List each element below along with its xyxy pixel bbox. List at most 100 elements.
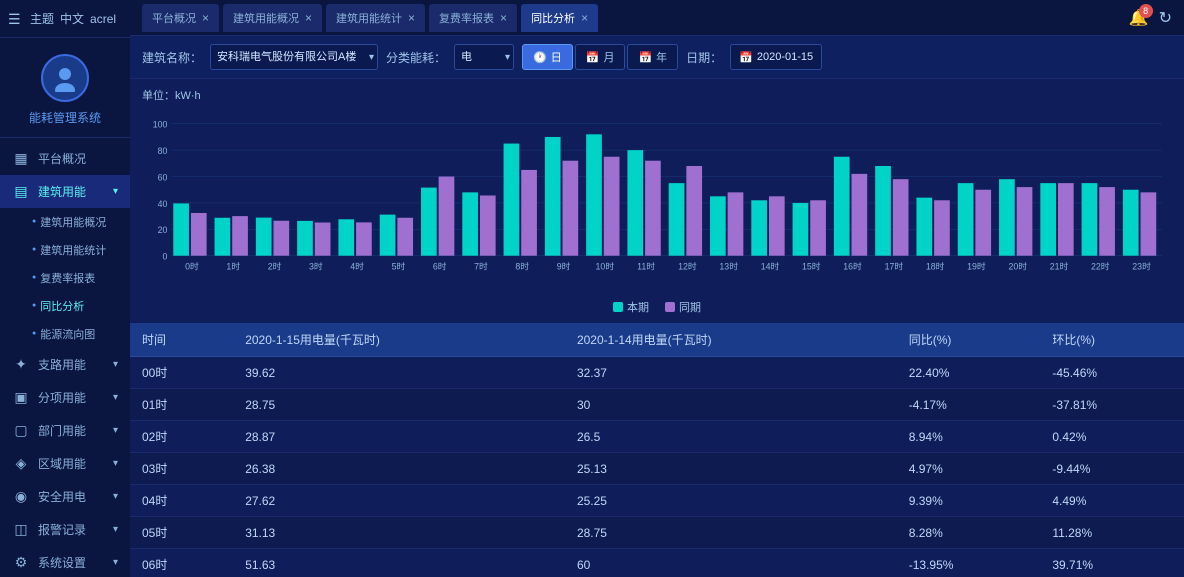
sidebar-sub-yoy[interactable]: 同比分析 bbox=[0, 292, 130, 320]
svg-text:18时: 18时 bbox=[926, 260, 945, 271]
category-select-wrapper[interactable]: 电 ▾ bbox=[454, 44, 514, 70]
sidebar: ☰ 主题 中文 acrel 能耗管理系统 ▦ 平台概况 ▤ 建筑用能 ▾ 建筑用… bbox=[0, 0, 130, 577]
tab-close-icon[interactable]: × bbox=[305, 11, 312, 25]
sub-label: 建筑用能概况 bbox=[40, 214, 106, 230]
sidebar-sub-energy-flow[interactable]: 能源流向图 bbox=[0, 320, 130, 348]
year-label: 年 bbox=[656, 49, 667, 65]
avatar bbox=[41, 54, 89, 102]
sidebar-item-building[interactable]: ▤ 建筑用能 ▾ bbox=[0, 175, 130, 208]
sidebar-item-item[interactable]: ▣ 分项用能 ▾ bbox=[0, 381, 130, 414]
cell-curr: 27.62 bbox=[233, 485, 565, 517]
filter-bar: 建筑名称： 安科瑞电气股份有限公司A楼 ▾ 分类能耗： 电 ▾ 🕐 日 📅 月 … bbox=[130, 36, 1184, 79]
sidebar-item-branch[interactable]: ✦ 支路用能 ▾ bbox=[0, 348, 130, 381]
notification-icon[interactable]: 🔔 8 bbox=[1129, 8, 1149, 28]
settings-icon: ⚙ bbox=[12, 554, 30, 571]
tab-建筑用能统计[interactable]: 建筑用能统计× bbox=[326, 4, 425, 32]
svg-text:5时: 5时 bbox=[392, 260, 406, 271]
table-row: 01时 28.75 30 -4.17% -37.81% bbox=[130, 389, 1184, 421]
sidebar-sub-building-overview[interactable]: 建筑用能概况 bbox=[0, 208, 130, 236]
sidebar-sub-rate-report[interactable]: 复费率报表 bbox=[0, 264, 130, 292]
building-select[interactable]: 安科瑞电气股份有限公司A楼 bbox=[210, 44, 378, 70]
col-curr: 2020-1-15用电量(千瓦时) bbox=[233, 323, 565, 357]
svg-text:0: 0 bbox=[163, 252, 168, 262]
sidebar-nav: ▦ 平台概况 ▤ 建筑用能 ▾ 建筑用能概况 建筑用能统计 复费率报表 同比分析… bbox=[0, 138, 130, 577]
notification-badge: 8 bbox=[1139, 4, 1153, 18]
tab-label: 复费率报表 bbox=[439, 10, 494, 26]
legend-prev: 同期 bbox=[665, 299, 701, 315]
sidebar-item-area[interactable]: ◈ 区域用能 ▾ bbox=[0, 447, 130, 480]
cell-prev: 28.75 bbox=[565, 517, 897, 549]
topbar-user[interactable]: acrel bbox=[90, 12, 116, 26]
sub-label: 建筑用能统计 bbox=[40, 242, 106, 258]
cell-yoy: 8.94% bbox=[897, 421, 1041, 453]
month-button[interactable]: 📅 月 bbox=[575, 44, 626, 70]
svg-text:21时: 21时 bbox=[1050, 260, 1069, 271]
table-body: 00时 39.62 32.37 22.40% -45.46% 01时 28.75… bbox=[130, 357, 1184, 577]
cell-time: 04时 bbox=[130, 485, 233, 517]
sidebar-item-label: 部门用能 bbox=[38, 422, 86, 439]
clock-icon: 🕐 bbox=[533, 51, 547, 64]
prev-color-swatch bbox=[665, 302, 675, 312]
tab-建筑用能概况[interactable]: 建筑用能概况 × bbox=[223, 4, 322, 32]
year-button[interactable]: 📅 年 bbox=[627, 44, 678, 70]
svg-text:12时: 12时 bbox=[678, 260, 697, 271]
sidebar-item-dept[interactable]: ▢ 部门用能 ▾ bbox=[0, 414, 130, 447]
sidebar-item-platform[interactable]: ▦ 平台概况 bbox=[0, 142, 130, 175]
bar-chart: 0204060801000时1时2时3时4时5时6时7时8时9时10时11时12… bbox=[142, 107, 1172, 292]
cell-mom: 11.28% bbox=[1040, 517, 1184, 549]
tab-close-icon[interactable]: × bbox=[408, 11, 415, 25]
sidebar-item-label: 支路用能 bbox=[38, 356, 86, 373]
cell-yoy: 22.40% bbox=[897, 357, 1041, 389]
svg-text:19时: 19时 bbox=[967, 260, 986, 271]
legend-prev-label: 同期 bbox=[679, 299, 701, 315]
tab-label: 建筑用能概况 bbox=[233, 10, 299, 26]
date-picker[interactable]: 📅 2020-01-15 bbox=[730, 44, 822, 70]
data-table: 时间 2020-1-15用电量(千瓦时) 2020-1-14用电量(千瓦时) 同… bbox=[130, 323, 1184, 577]
svg-text:14时: 14时 bbox=[761, 260, 780, 271]
area-icon: ◈ bbox=[12, 455, 30, 472]
cell-curr: 28.87 bbox=[233, 421, 565, 453]
sub-label: 能源流向图 bbox=[40, 326, 95, 342]
cell-yoy: 8.28% bbox=[897, 517, 1041, 549]
sidebar-sub-building-stats[interactable]: 建筑用能统计 bbox=[0, 236, 130, 264]
table-row: 05时 31.13 28.75 8.28% 11.28% bbox=[130, 517, 1184, 549]
tab-同比分析[interactable]: 同比分析× bbox=[521, 4, 598, 32]
svg-text:20时: 20时 bbox=[1008, 260, 1027, 271]
cell-curr: 31.13 bbox=[233, 517, 565, 549]
cell-prev: 25.25 bbox=[565, 485, 897, 517]
chart-container: 0204060801000时1时2时3时4时5时6时7时8时9时10时11时12… bbox=[142, 107, 1172, 297]
system-name: 能耗管理系统 bbox=[29, 110, 101, 127]
svg-text:2时: 2时 bbox=[268, 260, 282, 271]
tab-close-icon[interactable]: × bbox=[581, 11, 588, 25]
cell-prev: 25.13 bbox=[565, 453, 897, 485]
svg-text:9时: 9时 bbox=[557, 260, 571, 271]
category-select[interactable]: 电 bbox=[454, 44, 514, 70]
table-row: 06时 51.63 60 -13.95% 39.71% bbox=[130, 549, 1184, 577]
tab-平台概况[interactable]: 平台概况× bbox=[142, 4, 219, 32]
sidebar-item-safety[interactable]: ◉ 安全用电 ▾ bbox=[0, 480, 130, 513]
cell-yoy: -4.17% bbox=[897, 389, 1041, 421]
sidebar-item-alarm[interactable]: ◫ 报警记录 ▾ bbox=[0, 513, 130, 546]
cell-yoy: -13.95% bbox=[897, 549, 1041, 577]
refresh-icon[interactable]: ↻ bbox=[1159, 8, 1172, 28]
sub-label: 复费率报表 bbox=[40, 270, 95, 286]
sidebar-header: ☰ 主题 中文 acrel bbox=[0, 0, 130, 38]
svg-text:20: 20 bbox=[158, 225, 168, 235]
chevron-down-icon: ▾ bbox=[113, 392, 118, 403]
building-select-wrapper[interactable]: 安科瑞电气股份有限公司A楼 ▾ bbox=[210, 44, 378, 70]
cell-mom: -9.44% bbox=[1040, 453, 1184, 485]
day-button[interactable]: 🕐 日 bbox=[522, 44, 573, 70]
svg-text:10时: 10时 bbox=[596, 260, 615, 271]
tab-close-icon[interactable]: × bbox=[202, 11, 209, 25]
table-header-row: 时间 2020-1-15用电量(千瓦时) 2020-1-14用电量(千瓦时) 同… bbox=[130, 323, 1184, 357]
tab-复费率报表[interactable]: 复费率报表 × bbox=[429, 4, 517, 32]
svg-text:0时: 0时 bbox=[185, 260, 199, 271]
cell-yoy: 4.97% bbox=[897, 453, 1041, 485]
tab-close-icon[interactable]: × bbox=[500, 11, 507, 25]
sidebar-item-label: 平台概况 bbox=[38, 150, 86, 167]
svg-text:4时: 4时 bbox=[350, 260, 364, 271]
sidebar-item-settings[interactable]: ⚙ 系统设置 ▾ bbox=[0, 546, 130, 577]
col-mom: 环比(%) bbox=[1040, 323, 1184, 357]
time-buttons: 🕐 日 📅 月 📅 年 bbox=[522, 44, 678, 70]
chevron-down-icon: ▾ bbox=[113, 524, 118, 535]
